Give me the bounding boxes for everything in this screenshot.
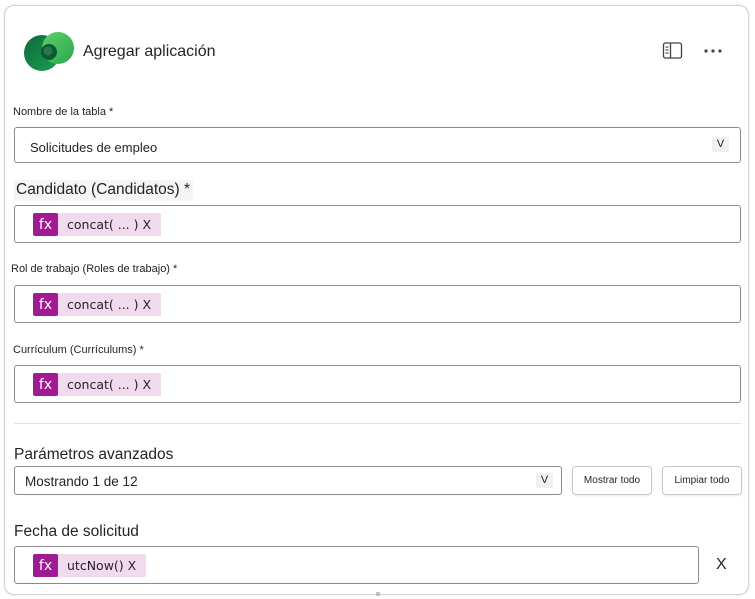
expression-token[interactable]: fx concat( ... ) X xyxy=(33,213,162,236)
more-icon[interactable] xyxy=(703,41,725,61)
chevron-down-icon[interactable]: V xyxy=(712,137,729,152)
expression-token[interactable]: fx concat( ... ) X xyxy=(33,373,162,396)
fx-icon: fx xyxy=(33,213,58,236)
table-name-select[interactable]: Solicitudes de empleo V xyxy=(14,127,741,163)
token-text: utcNow() X xyxy=(67,558,137,573)
side-panel-icon[interactable] xyxy=(662,41,684,61)
advanced-params-value: Mostrando 1 de 12 xyxy=(25,474,138,489)
divider xyxy=(14,423,741,424)
rol-label: Rol de trabajo (Roles de trabajo) * xyxy=(11,263,178,275)
fecha-label: Fecha de solicitud xyxy=(14,523,139,540)
token-text: concat( ... ) X xyxy=(67,377,152,392)
table-name-label: Nombre de la tabla * xyxy=(13,106,114,118)
advanced-params-label: Parámetros avanzados xyxy=(14,446,174,463)
candidato-field[interactable]: fx concat( ... ) X xyxy=(14,205,741,243)
fx-icon: fx xyxy=(33,554,58,577)
fx-icon: fx xyxy=(33,373,58,396)
clear-all-button[interactable]: Limpiar todo xyxy=(662,466,742,495)
show-all-button[interactable]: Mostrar todo xyxy=(572,466,652,495)
fecha-field[interactable]: fx utcNow() X xyxy=(14,546,699,584)
expression-token[interactable]: fx concat( ... ) X xyxy=(33,293,162,316)
chevron-down-icon[interactable]: V xyxy=(536,473,553,488)
table-name-value: Solicitudes de empleo xyxy=(30,140,158,155)
page-title: Agregar aplicación xyxy=(83,43,216,60)
candidato-label: Candidato (Candidatos) * xyxy=(14,180,194,201)
dataverse-logo-icon xyxy=(22,30,76,72)
curriculum-label: Currículum (Currículums) * xyxy=(13,344,144,356)
token-text: concat( ... ) X xyxy=(67,217,152,232)
remove-parameter-button[interactable]: X xyxy=(716,556,727,574)
expression-token[interactable]: fx utcNow() X xyxy=(33,554,147,577)
resize-handle[interactable] xyxy=(376,592,380,596)
advanced-params-select[interactable]: Mostrando 1 de 12 V xyxy=(14,466,562,495)
curriculum-field[interactable]: fx concat( ... ) X xyxy=(14,365,741,403)
fx-icon: fx xyxy=(33,293,58,316)
rol-field[interactable]: fx concat( ... ) X xyxy=(14,285,741,323)
token-text: concat( ... ) X xyxy=(67,297,152,312)
